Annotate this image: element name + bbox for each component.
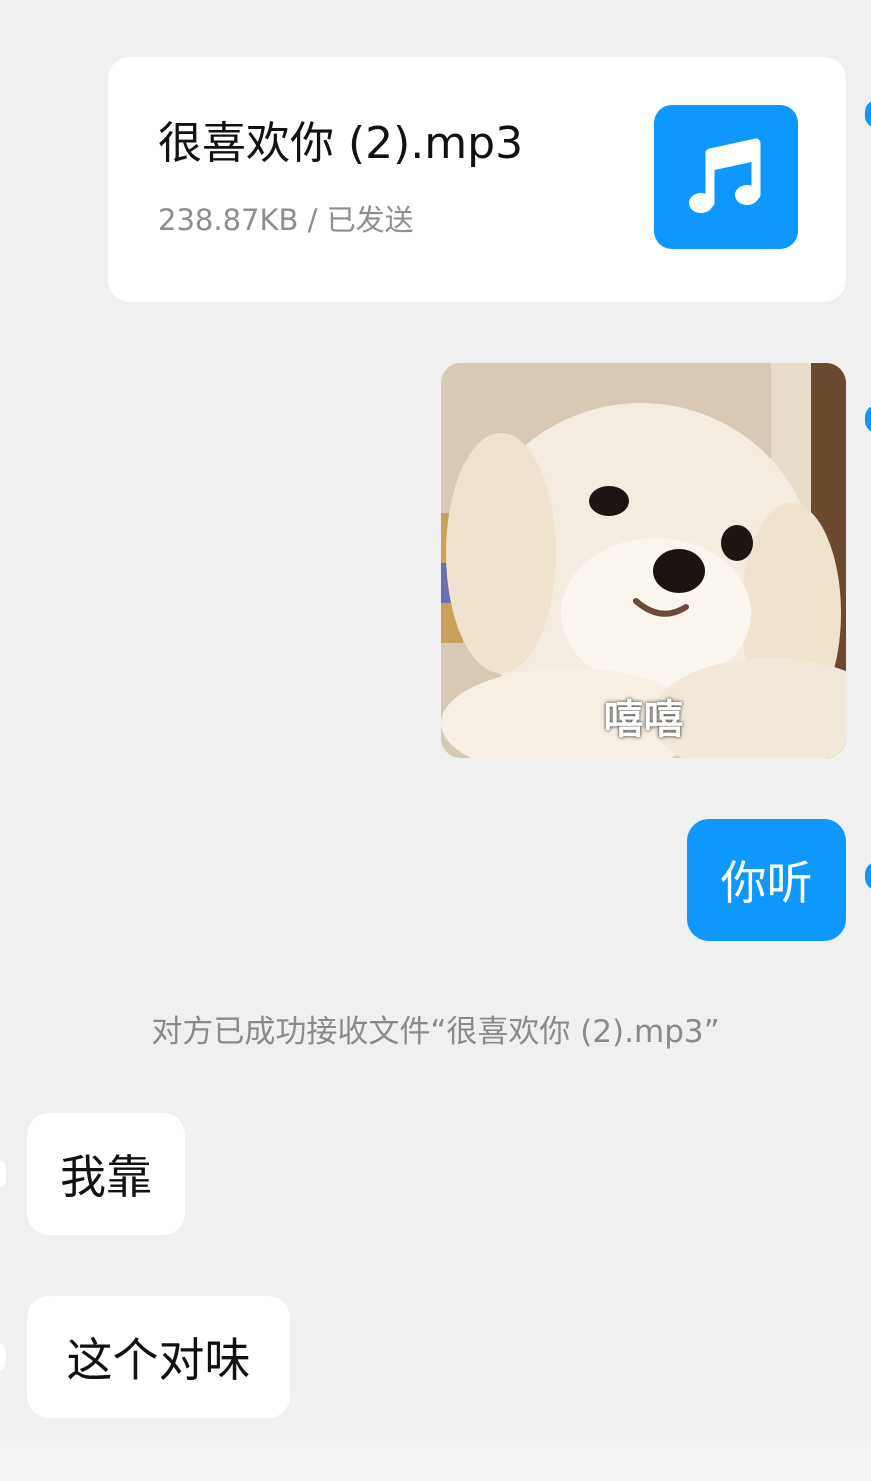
contact-avatar[interactable] [0, 1343, 6, 1371]
file-message-card[interactable]: 很喜欢你 (2).mp3 238.87KB / 已发送 [108, 57, 846, 302]
system-notice: 对方已成功接收文件“很喜欢你 (2).mp3” [151, 1014, 720, 1050]
file-meta: 238.87KB / 已发送 [158, 203, 414, 237]
bottom-edge [0, 1441, 871, 1481]
message-text: 这个对味 [66, 1333, 251, 1387]
outgoing-message-bubble[interactable]: 你听 [687, 819, 846, 941]
my-avatar[interactable] [865, 862, 871, 890]
incoming-message-bubble[interactable]: 我靠 [27, 1113, 185, 1235]
file-name: 很喜欢你 (2).mp3 [158, 118, 524, 169]
incoming-message-bubble[interactable]: 这个对味 [27, 1296, 290, 1418]
message-text: 我靠 [60, 1150, 152, 1204]
message-text: 你听 [720, 856, 813, 910]
my-avatar[interactable] [865, 405, 871, 433]
contact-avatar[interactable] [0, 1160, 6, 1188]
sticker-caption: 嘻嘻 [603, 697, 684, 743]
sticker-image[interactable]: 嘻嘻 [441, 363, 846, 758]
music-note-icon [654, 105, 798, 249]
my-avatar[interactable] [865, 100, 871, 128]
